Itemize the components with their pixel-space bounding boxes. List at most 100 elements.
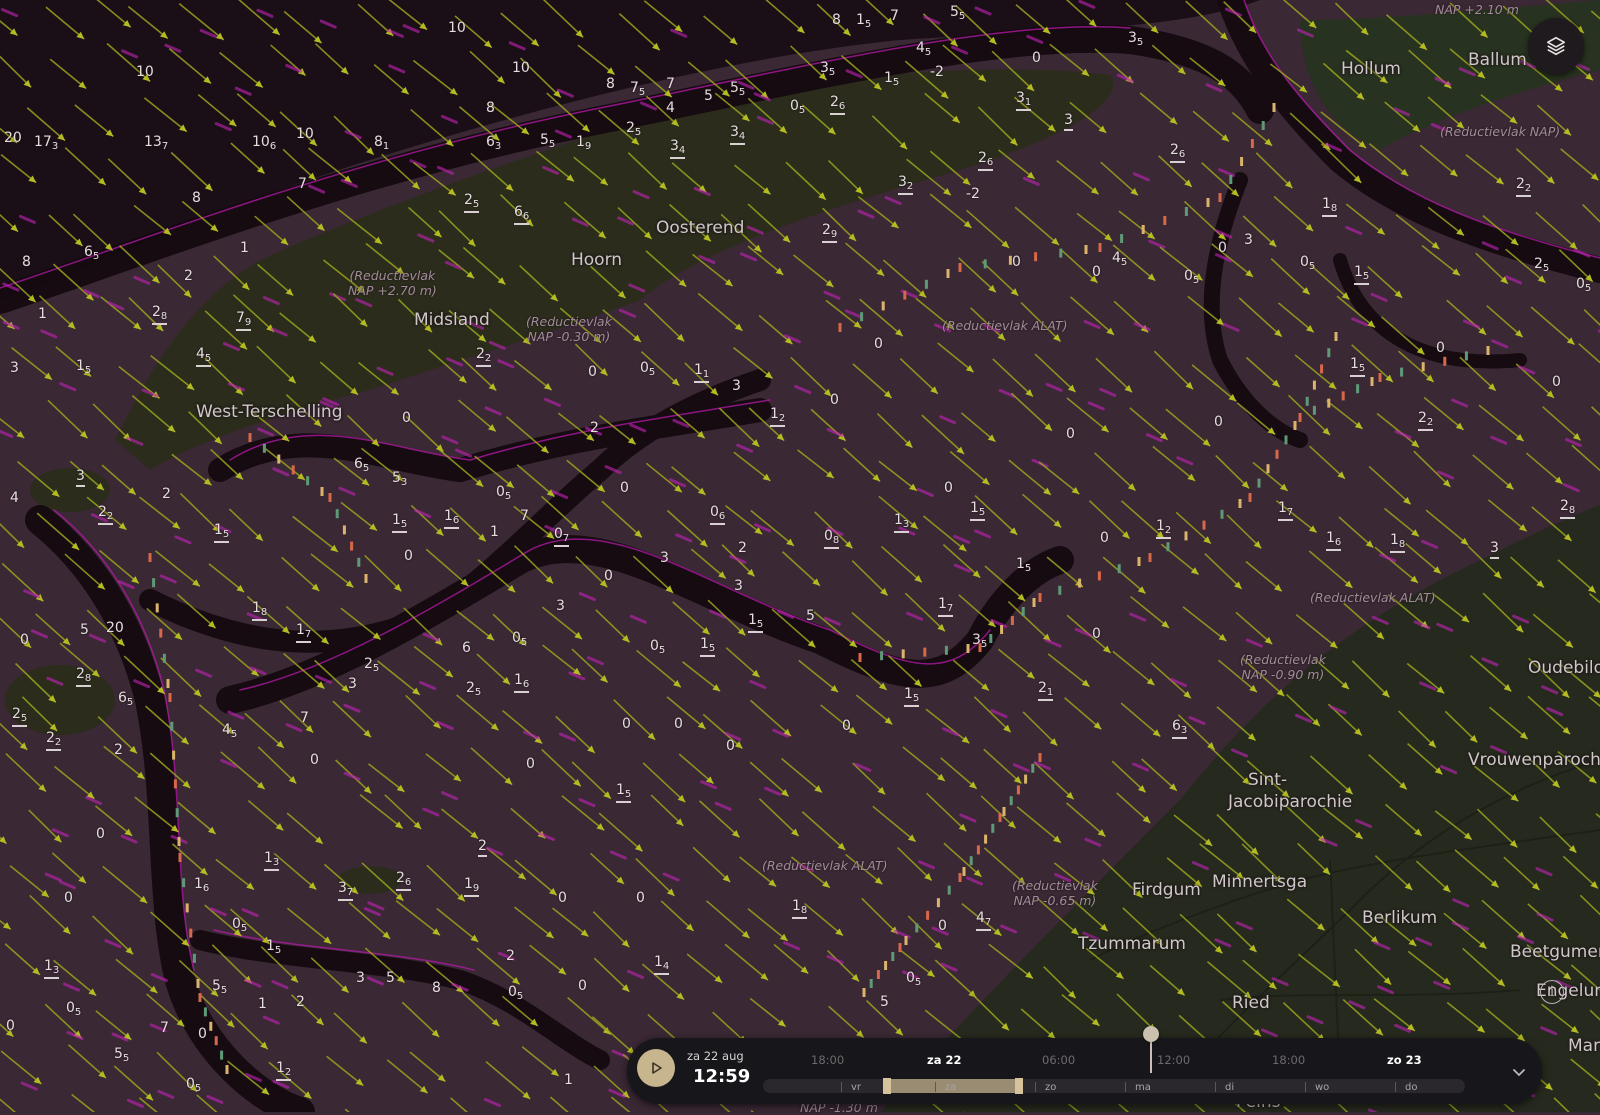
info-button[interactable]: i — [1540, 980, 1564, 1004]
buoy[interactable] — [958, 263, 962, 272]
buoy[interactable] — [1148, 553, 1152, 562]
buoy[interactable] — [350, 541, 354, 551]
buoy[interactable] — [1400, 367, 1404, 377]
buoy[interactable] — [335, 509, 339, 519]
buoy[interactable] — [1421, 362, 1425, 372]
buoy[interactable] — [858, 653, 862, 662]
buoy[interactable] — [172, 750, 176, 760]
buoy[interactable] — [185, 903, 189, 913]
nautical-map[interactable] — [0, 0, 1600, 1112]
buoy[interactable] — [152, 578, 156, 588]
layers-button[interactable] — [1528, 18, 1584, 74]
buoy[interactable] — [1000, 625, 1004, 634]
buoy[interactable] — [1275, 449, 1279, 459]
buoy[interactable] — [1312, 405, 1316, 415]
buoy[interactable] — [881, 301, 885, 311]
buoy[interactable] — [1206, 198, 1210, 207]
buoy[interactable] — [1261, 121, 1265, 130]
buoy[interactable] — [1327, 398, 1331, 408]
buoy[interactable] — [891, 952, 895, 961]
buoy[interactable] — [1293, 421, 1297, 430]
buoy[interactable] — [862, 988, 866, 997]
buoy[interactable] — [969, 856, 973, 866]
buoy[interactable] — [958, 873, 962, 882]
buoy[interactable] — [178, 853, 182, 862]
buoy[interactable] — [1248, 493, 1252, 502]
buoy[interactable] — [904, 936, 908, 945]
buoy[interactable] — [1202, 520, 1206, 530]
buoy[interactable] — [1378, 373, 1382, 382]
buoy[interactable] — [1220, 509, 1224, 519]
buoy[interactable] — [1320, 364, 1324, 374]
buoy[interactable] — [1021, 607, 1025, 616]
buoy[interactable] — [1078, 578, 1082, 588]
buoy[interactable] — [1038, 593, 1042, 602]
buoy[interactable] — [944, 645, 948, 655]
buoy[interactable] — [196, 979, 200, 988]
buoy[interactable] — [936, 898, 940, 908]
buoy[interactable] — [1284, 435, 1288, 445]
buoy[interactable] — [277, 454, 281, 464]
buoy[interactable] — [946, 269, 950, 278]
buoy[interactable] — [177, 837, 181, 846]
buoy[interactable] — [924, 279, 928, 289]
buoy[interactable] — [901, 649, 905, 659]
buoy[interactable] — [1305, 396, 1309, 406]
buoy[interactable] — [1016, 785, 1020, 795]
buoy[interactable] — [248, 433, 252, 442]
buoy[interactable] — [1032, 598, 1036, 607]
buoy[interactable] — [1024, 774, 1028, 784]
buoy[interactable] — [1166, 542, 1170, 552]
buoy[interactable] — [838, 323, 842, 332]
buoy[interactable] — [1034, 252, 1038, 262]
buoy[interactable] — [225, 1065, 229, 1074]
buoy[interactable] — [1038, 753, 1042, 762]
buoy[interactable] — [364, 574, 368, 583]
buoy[interactable] — [1058, 585, 1062, 595]
buoy[interactable] — [342, 525, 346, 535]
buoy[interactable] — [1059, 248, 1063, 258]
buoy[interactable] — [1229, 175, 1233, 184]
buoy[interactable] — [923, 647, 927, 657]
buoy[interactable] — [1084, 245, 1088, 254]
buoy[interactable] — [989, 634, 993, 643]
buoy[interactable] — [155, 603, 159, 613]
buoy[interactable] — [1137, 557, 1141, 566]
buoy[interactable] — [214, 1036, 218, 1046]
buoy[interactable] — [209, 1021, 213, 1031]
buoy[interactable] — [1486, 346, 1490, 355]
buoy[interactable] — [1163, 216, 1167, 225]
buoy[interactable] — [1298, 413, 1302, 422]
time-cursor-handle[interactable] — [1142, 1026, 1159, 1042]
buoy[interactable] — [976, 845, 980, 855]
buoy[interactable] — [1010, 616, 1014, 625]
buoy[interactable] — [168, 693, 172, 702]
buoy[interactable] — [1327, 348, 1331, 358]
buoy[interactable] — [898, 943, 902, 952]
buoy[interactable] — [869, 979, 873, 988]
buoy[interactable] — [1464, 351, 1468, 361]
buoy[interactable] — [291, 465, 295, 475]
buoy[interactable] — [1356, 384, 1360, 394]
buoy[interactable] — [166, 679, 170, 688]
buoy[interactable] — [876, 970, 880, 979]
buoy[interactable] — [915, 923, 919, 933]
buoy[interactable] — [1117, 564, 1121, 574]
buoy[interactable] — [182, 878, 186, 888]
buoy[interactable] — [1257, 478, 1261, 488]
buoy[interactable] — [1120, 234, 1124, 243]
range-end-handle[interactable] — [1015, 1078, 1024, 1094]
buoy[interactable] — [1098, 243, 1102, 252]
buoy[interactable] — [1031, 763, 1035, 773]
buoy[interactable] — [320, 487, 324, 496]
buoy[interactable] — [189, 928, 193, 938]
buoy[interactable] — [159, 628, 163, 638]
buoy[interactable] — [306, 476, 310, 486]
buoy[interactable] — [175, 808, 179, 818]
buoy[interactable] — [1002, 807, 1006, 816]
buoy[interactable] — [1240, 157, 1244, 166]
buoy[interactable] — [162, 653, 166, 663]
buoy[interactable] — [1370, 377, 1374, 386]
range-start-handle[interactable] — [883, 1078, 892, 1094]
buoy[interactable] — [962, 867, 966, 876]
